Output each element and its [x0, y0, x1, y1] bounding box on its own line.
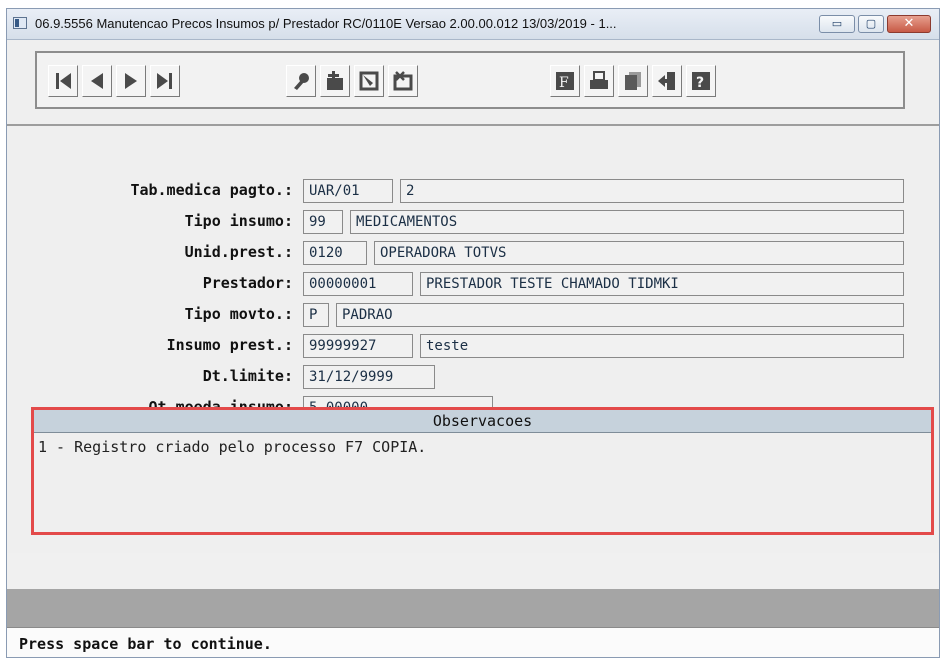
help-button[interactable]: ?: [686, 65, 716, 97]
previous-record-icon: [91, 73, 103, 89]
delete-record-icon: [393, 71, 413, 91]
last-record-icon: [157, 73, 172, 89]
tipo-insumo-code-field[interactable]: 99: [303, 210, 343, 234]
print-button[interactable]: [584, 65, 614, 97]
maximize-icon: ▢: [865, 17, 877, 30]
status-message: Press space bar to continue.: [19, 635, 272, 653]
app-window: 06.9.5556 Manutencao Precos Insumos p/ P…: [6, 8, 940, 658]
unid-prest-value-field[interactable]: OPERADORA TOTVS: [374, 241, 904, 265]
toolbar: F ?: [7, 40, 939, 126]
unid-prest-label: Unid.prest.:: [184, 243, 293, 261]
minimize-icon: ▭: [831, 17, 843, 30]
message-area: [7, 589, 939, 627]
unid-prest-code-field[interactable]: 0120: [303, 241, 367, 265]
delete-record-button[interactable]: [388, 65, 418, 97]
exit-icon: [658, 72, 675, 90]
status-bar: Press space bar to continue.: [7, 627, 939, 657]
print-icon: [590, 71, 608, 89]
filter-button[interactable]: F: [550, 65, 580, 97]
insumo-prest-value-field[interactable]: teste: [420, 334, 904, 358]
tipo-insumo-value-field[interactable]: MEDICAMENTOS: [350, 210, 904, 234]
search-key-icon: [294, 73, 309, 90]
observacoes-line[interactable]: 1 - Registro criado pelo processo F7 COP…: [38, 438, 426, 456]
filter-icon: F: [556, 72, 574, 91]
exit-button[interactable]: [652, 65, 682, 97]
app-window-icon: [13, 17, 27, 29]
tab-medica-label: Tab.medica pagto.:: [130, 181, 293, 199]
search-key-button[interactable]: [286, 65, 316, 97]
prestador-label: Prestador:: [202, 274, 293, 292]
minimize-button[interactable]: ▭: [819, 15, 855, 33]
tab-medica-value-field[interactable]: 2: [400, 179, 904, 203]
first-record-button[interactable]: [48, 65, 78, 97]
dt-limite-field[interactable]: 31/12/9999: [303, 365, 435, 389]
help-icon: ?: [692, 72, 710, 91]
window-title: 06.9.5556 Manutencao Precos Insumos p/ P…: [35, 16, 617, 31]
prestador-value-field[interactable]: PRESTADOR TESTE CHAMADO TIDMKI: [420, 272, 904, 296]
dt-limite-label: Dt.limite:: [202, 367, 293, 385]
add-record-button[interactable]: [320, 65, 350, 97]
close-icon: ✕: [903, 16, 915, 31]
previous-record-button[interactable]: [82, 65, 112, 97]
toolbar-panel: F ?: [35, 51, 905, 109]
title-bar: 06.9.5556 Manutencao Precos Insumos p/ P…: [7, 9, 939, 40]
first-record-icon: [56, 73, 71, 89]
tipo-movto-code-field[interactable]: P: [303, 303, 329, 327]
insumo-prest-label: Insumo prest.:: [166, 336, 293, 354]
edit-record-button[interactable]: [354, 65, 384, 97]
copy-icon: [625, 72, 641, 90]
tab-medica-code-field[interactable]: UAR/01: [303, 179, 393, 203]
svg-text:F: F: [559, 75, 569, 91]
svg-text:?: ?: [696, 75, 704, 91]
copy-button[interactable]: [618, 65, 648, 97]
observacoes-panel: Observacoes 1 - Registro criado pelo pro…: [31, 407, 934, 535]
observacoes-title: Observacoes: [34, 410, 931, 433]
tipo-movto-value-field[interactable]: PADRAO: [336, 303, 904, 327]
next-record-icon: [125, 73, 137, 89]
edit-record-icon: [359, 71, 379, 91]
close-button[interactable]: ✕: [887, 15, 931, 33]
maximize-button[interactable]: ▢: [858, 15, 884, 33]
next-record-button[interactable]: [116, 65, 146, 97]
tipo-movto-label: Tipo movto.:: [184, 305, 293, 323]
last-record-button[interactable]: [150, 65, 180, 97]
tipo-insumo-label: Tipo insumo:: [184, 212, 293, 230]
insumo-prest-code-field[interactable]: 99999927: [303, 334, 413, 358]
add-record-icon: [327, 71, 343, 90]
prestador-code-field[interactable]: 00000001: [303, 272, 413, 296]
